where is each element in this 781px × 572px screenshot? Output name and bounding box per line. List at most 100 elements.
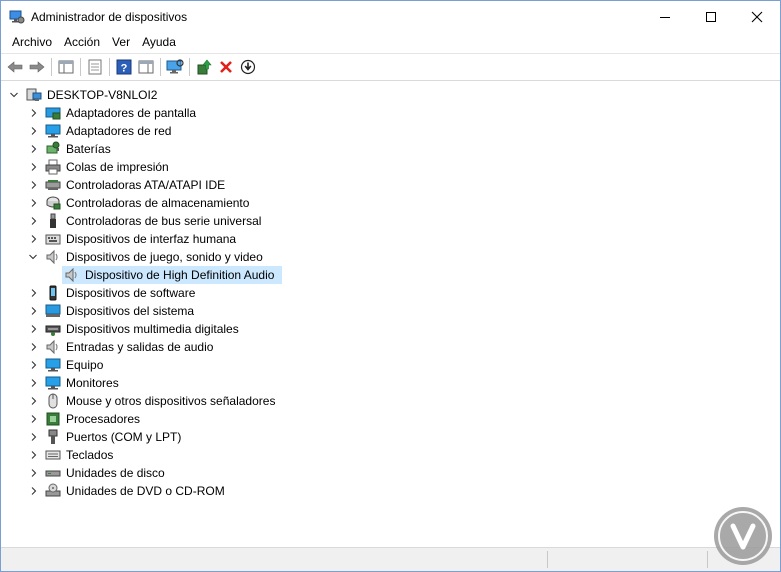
tree-category-label: Controladoras de bus serie universal [66,214,262,228]
chevron-right-icon[interactable] [29,486,39,496]
chevron-down-icon[interactable] [9,90,19,100]
tree-category[interactable]: Equipo [1,356,780,374]
uninstall-button[interactable] [215,56,237,78]
maximize-button[interactable] [688,1,734,32]
computer-root-icon [26,88,42,101]
window-title: Administrador de dispositivos [31,9,188,24]
chevron-right-icon[interactable] [29,162,39,172]
enable-device-button[interactable] [237,56,259,78]
list-icon [88,59,102,75]
toolbar-separator [80,58,81,76]
tree-category-label: Mouse y otros dispositivos señaladores [66,394,276,408]
device-manager-window: Administrador de dispositivos Archivo Ac… [0,0,781,572]
status-separator [707,551,708,568]
printer-icon [45,159,61,175]
menu-archivo[interactable]: Archivo [6,32,58,53]
network-adapter-icon [45,124,61,138]
tree-category[interactable]: Dispositivos del sistema [1,302,780,320]
monitor-icon [45,376,61,390]
close-icon [751,11,763,22]
port-icon [48,429,58,444]
action-pane-button[interactable] [135,56,157,78]
chevron-right-icon[interactable] [29,378,39,388]
tree-category[interactable]: Controladoras ATA/ATAPI IDE [1,176,780,194]
forward-button[interactable] [26,56,48,78]
chevron-right-icon[interactable] [29,468,39,478]
menu-ver[interactable]: Ver [106,32,136,53]
speaker-icon [65,267,77,283]
update-driver-icon [197,59,212,75]
close-button[interactable] [734,1,780,32]
tree-category[interactable]: Colas de impresión [1,158,780,176]
properties-pane-button[interactable] [55,56,77,78]
chevron-right-icon[interactable] [29,414,39,424]
tree-category[interactable]: Unidades de disco [1,464,780,482]
tree-category[interactable]: Dispositivos de interfaz humana [1,230,780,248]
tree-category-label: Baterías [66,142,111,156]
chevron-right-icon[interactable] [29,396,39,406]
tree-category[interactable]: Adaptadores de red [1,122,780,140]
tree-category[interactable]: Entradas y salidas de audio [1,338,780,356]
tree-device-item[interactable]: Dispositivo de High Definition Audio [1,266,780,284]
chevron-right-icon[interactable] [29,234,39,244]
chevron-right-icon[interactable] [29,216,39,226]
title-bar: Administrador de dispositivos [1,1,780,32]
minimize-button[interactable] [642,1,688,32]
tree-category[interactable]: Controladoras de almacenamiento [1,194,780,212]
mouse-icon [48,393,58,409]
scan-hardware-button[interactable] [164,56,186,78]
chevron-right-icon[interactable] [29,360,39,370]
chevron-right-icon[interactable] [29,432,39,442]
tree-category[interactable]: Adaptadores de pantalla [1,104,780,122]
list-button[interactable] [84,56,106,78]
back-icon [7,61,23,73]
chevron-right-icon[interactable] [29,144,39,154]
tree-category-label: Entradas y salidas de audio [66,340,214,354]
chevron-right-icon[interactable] [29,342,39,352]
processor-icon [46,412,60,426]
toolbar: ? [1,53,780,81]
tree-category[interactable]: Dispositivos de software [1,284,780,302]
tree-category[interactable]: Dispositivos multimedia digitales [1,320,780,338]
tree-category-label: Dispositivos de juego, sonido y video [66,250,263,264]
computer-icon [45,358,61,372]
uninstall-icon [220,61,232,73]
tree-category[interactable]: Dispositivos de juego, sonido y video [1,248,780,266]
tree-category-label: Monitores [66,376,119,390]
tree-category-label: Teclados [66,448,114,462]
tree-category-label: Controladoras de almacenamiento [66,196,250,210]
help-button[interactable]: ? [113,56,135,78]
update-driver-button[interactable] [193,56,215,78]
chevron-right-icon[interactable] [29,306,39,316]
chevron-right-icon[interactable] [29,180,39,190]
menu-ayuda[interactable]: Ayuda [136,32,182,53]
tree-category[interactable]: Puertos (COM y LPT) [1,428,780,446]
tree-category[interactable]: Unidades de DVD o CD-ROM [1,482,780,500]
chevron-right-icon[interactable] [29,198,39,208]
chevron-down-icon[interactable] [28,252,38,262]
audio-io-icon [46,339,58,355]
toolbar-separator [189,58,190,76]
help-icon: ? [116,59,132,75]
back-button[interactable] [4,56,26,78]
tree-category[interactable]: Procesadores [1,410,780,428]
tree-category-label: Dispositivos multimedia digitales [66,322,239,336]
tree-category-label: Puertos (COM y LPT) [66,430,182,444]
download-icon [240,59,256,75]
menu-accion[interactable]: Acción [58,32,106,53]
tree-category[interactable]: Monitores [1,374,780,392]
tree-category[interactable]: Teclados [1,446,780,464]
tree-category-label: Adaptadores de pantalla [66,106,197,120]
maximize-icon [706,11,716,22]
chevron-right-icon[interactable] [29,288,39,298]
chevron-right-icon[interactable] [29,126,39,136]
chevron-right-icon[interactable] [29,108,39,118]
tree-category[interactable]: Controladoras de bus serie universal [1,212,780,230]
device-tree: DESKTOP-V8NLOI2 Adaptadores de pantalla A… [1,83,780,547]
action-pane-icon [138,60,154,74]
chevron-right-icon[interactable] [29,450,39,460]
chevron-right-icon[interactable] [29,324,39,334]
properties-pane-icon [58,60,74,74]
tree-category[interactable]: Mouse y otros dispositivos señaladores [1,392,780,410]
tree-category[interactable]: Baterías [1,140,780,158]
